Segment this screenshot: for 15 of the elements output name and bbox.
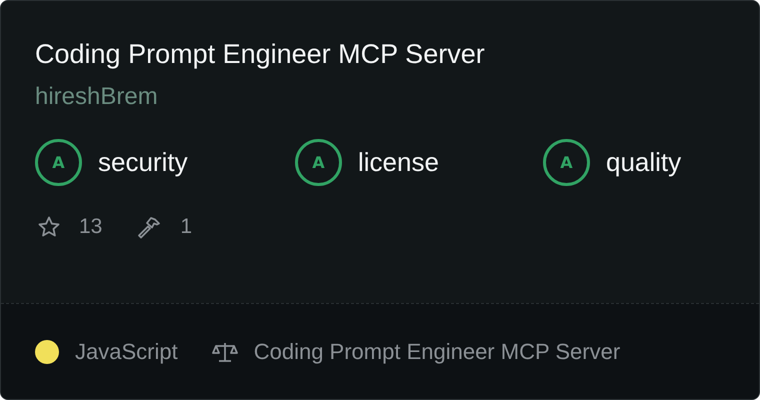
tool-count: 1 bbox=[180, 215, 192, 239]
grade-badge: A bbox=[543, 139, 590, 186]
language-name: JavaScript bbox=[75, 338, 178, 364]
grade-badge: A bbox=[295, 139, 342, 186]
grade-label: quality bbox=[606, 147, 682, 178]
grade-label: security bbox=[98, 147, 188, 178]
grade-badge: A bbox=[35, 139, 82, 186]
server-title: Coding Prompt Engineer MCP Server bbox=[35, 38, 486, 71]
author-name: hireshBrem bbox=[35, 83, 159, 111]
grade-label: license bbox=[358, 147, 439, 178]
license-name: Coding Prompt Engineer MCP Server bbox=[254, 338, 620, 364]
hammer-icon bbox=[136, 214, 162, 240]
language-dot bbox=[35, 340, 59, 364]
star-count: 13 bbox=[79, 215, 102, 239]
star-icon bbox=[37, 215, 61, 239]
